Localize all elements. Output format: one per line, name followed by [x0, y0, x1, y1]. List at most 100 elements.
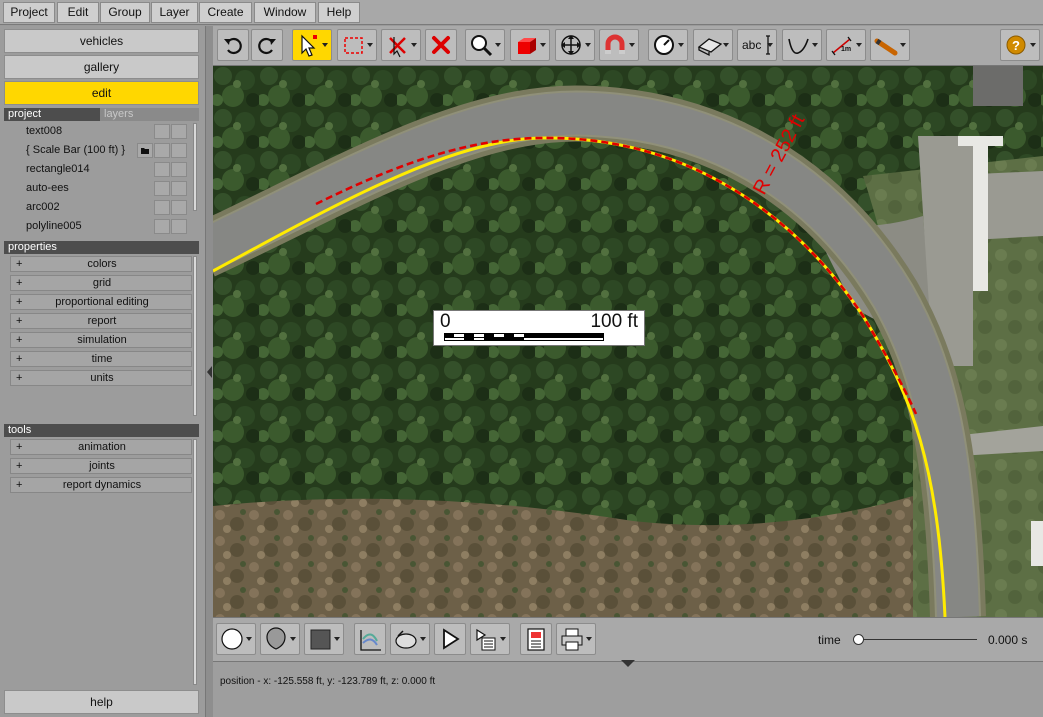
- report-button[interactable]: [520, 623, 552, 655]
- undo-button[interactable]: [217, 29, 249, 61]
- print-button[interactable]: [556, 623, 596, 655]
- rectangle-select-button[interactable]: [337, 29, 377, 61]
- zoom-button[interactable]: [465, 29, 505, 61]
- delete-selected-button[interactable]: [381, 29, 421, 61]
- list-item[interactable]: text008: [4, 122, 194, 141]
- curve-button[interactable]: [782, 29, 822, 61]
- select-tool-button[interactable]: [292, 29, 332, 61]
- menu-layer[interactable]: Layer: [151, 2, 198, 23]
- circle-color-button[interactable]: [216, 623, 256, 655]
- measure-button[interactable]: 1m: [826, 29, 866, 61]
- chevron-down-icon[interactable]: [900, 43, 906, 47]
- property-grid[interactable]: + grid: [10, 275, 192, 291]
- help-tool-button[interactable]: ?: [1000, 29, 1040, 61]
- visibility-toggle[interactable]: [154, 143, 170, 158]
- chevron-down-icon[interactable]: [322, 43, 328, 47]
- chevron-down-icon[interactable]: [411, 43, 417, 47]
- gallery-button[interactable]: gallery: [4, 55, 199, 79]
- menu-create[interactable]: Create: [199, 2, 252, 23]
- chevron-down-icon[interactable]: [629, 43, 635, 47]
- ruler-pencil-button[interactable]: [870, 29, 910, 61]
- tool-report-dynamics[interactable]: + report dynamics: [10, 477, 192, 493]
- chevron-down-icon[interactable]: [495, 43, 501, 47]
- vehicles-button[interactable]: vehicles: [4, 29, 199, 53]
- delete-button[interactable]: [425, 29, 457, 61]
- play-button[interactable]: [434, 623, 466, 655]
- trajectory-button[interactable]: [354, 623, 386, 655]
- list-item[interactable]: polyline005: [4, 217, 194, 236]
- project-scrollbar[interactable]: [193, 123, 197, 211]
- properties-scrollbar[interactable]: [193, 256, 197, 416]
- property-simulation[interactable]: + simulation: [10, 332, 192, 348]
- redo-button[interactable]: [251, 29, 283, 61]
- visibility-toggle[interactable]: [154, 200, 170, 215]
- chevron-down-icon[interactable]: [500, 637, 506, 641]
- help-button[interactable]: help: [4, 690, 199, 714]
- chevron-down-icon[interactable]: [586, 637, 592, 641]
- tool-animation[interactable]: + animation: [10, 439, 192, 455]
- visibility-toggle[interactable]: [154, 219, 170, 234]
- chevron-down-icon[interactable]: [812, 43, 818, 47]
- visibility-toggle[interactable]: [154, 162, 170, 177]
- list-item[interactable]: { Scale Bar (100 ft) }: [4, 141, 194, 160]
- visibility-toggle[interactable]: [154, 181, 170, 196]
- tab-layers[interactable]: layers: [100, 108, 199, 121]
- property-colors[interactable]: + colors: [10, 256, 192, 272]
- list-item[interactable]: arc002: [4, 198, 194, 217]
- vehicle-button[interactable]: [390, 623, 430, 655]
- chevron-down-icon[interactable]: [678, 43, 684, 47]
- chevron-down-icon[interactable]: [367, 43, 373, 47]
- collapse-arrow-icon[interactable]: [207, 366, 212, 378]
- surface-button[interactable]: [693, 29, 733, 61]
- lock-toggle[interactable]: [171, 124, 187, 139]
- move-button[interactable]: [555, 29, 595, 61]
- chevron-down-icon[interactable]: [334, 637, 340, 641]
- property-label: proportional editing: [55, 296, 149, 308]
- menu-edit[interactable]: Edit: [57, 2, 99, 23]
- visibility-toggle[interactable]: [154, 124, 170, 139]
- chevron-down-icon[interactable]: [723, 43, 729, 47]
- time-slider-thumb[interactable]: [853, 634, 864, 645]
- menu-window[interactable]: Window: [254, 2, 316, 23]
- chevron-down-icon[interactable]: [767, 43, 773, 47]
- folder-icon[interactable]: [137, 143, 153, 158]
- tools-scrollbar[interactable]: [193, 439, 197, 685]
- lock-toggle[interactable]: [171, 181, 187, 196]
- property-proportional-editing[interactable]: + proportional editing: [10, 294, 192, 310]
- lock-toggle[interactable]: [171, 162, 187, 177]
- magnet-button[interactable]: [599, 29, 639, 61]
- measure-label: 1m: [841, 46, 852, 53]
- chevron-down-icon[interactable]: [540, 43, 546, 47]
- square-color-button[interactable]: [304, 623, 344, 655]
- lock-toggle[interactable]: [171, 219, 187, 234]
- edit-button[interactable]: edit: [4, 81, 199, 105]
- menu-help[interactable]: Help: [318, 2, 360, 23]
- menu-group[interactable]: Group: [100, 2, 150, 23]
- text-tool-button[interactable]: abc: [737, 29, 777, 61]
- 3d-box-button[interactable]: [510, 29, 550, 61]
- property-units[interactable]: + units: [10, 370, 192, 386]
- property-report[interactable]: + report: [10, 313, 192, 329]
- tab-project[interactable]: project: [4, 108, 100, 121]
- lock-toggle[interactable]: [171, 143, 187, 158]
- list-item[interactable]: rectangle014: [4, 160, 194, 179]
- panel-splitter[interactable]: [206, 26, 213, 717]
- scale-bar[interactable]: 0 100 ft: [433, 310, 645, 346]
- time-slider[interactable]: [853, 633, 978, 647]
- property-time[interactable]: + time: [10, 351, 192, 367]
- chevron-down-icon[interactable]: [585, 43, 591, 47]
- tool-joints[interactable]: + joints: [10, 458, 192, 474]
- play-options-button[interactable]: [470, 623, 510, 655]
- lock-toggle[interactable]: [171, 200, 187, 215]
- chevron-down-icon[interactable]: [856, 43, 862, 47]
- chevron-down-icon[interactable]: [246, 637, 252, 641]
- collapse-tab-icon[interactable]: [621, 660, 635, 667]
- chevron-down-icon[interactable]: [290, 637, 296, 641]
- chevron-down-icon[interactable]: [1030, 43, 1036, 47]
- list-item[interactable]: auto-ees: [4, 179, 194, 198]
- dial-button[interactable]: [648, 29, 688, 61]
- map-viewport[interactable]: R = 252 ft 0 100 ft: [213, 66, 1043, 617]
- fill-color-button[interactable]: [260, 623, 300, 655]
- menu-project[interactable]: Project: [3, 2, 55, 23]
- chevron-down-icon[interactable]: [420, 637, 426, 641]
